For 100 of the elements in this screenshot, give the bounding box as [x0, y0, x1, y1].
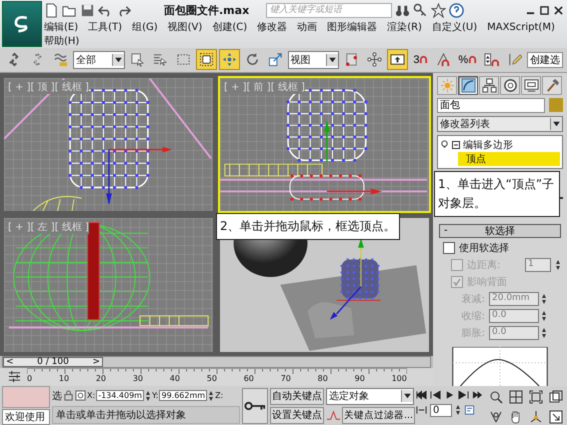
toolbar-button[interactable]: [196, 49, 217, 70]
close-icon[interactable]: [554, 6, 563, 14]
circle-icon: [502, 78, 518, 93]
modifier-list-dropdown[interactable]: 修改器列表: [437, 116, 563, 132]
spinner-arrows-icon[interactable]: [541, 310, 547, 322]
lock-icon[interactable]: [63, 390, 74, 402]
zoom-all-icon[interactable]: [509, 390, 523, 404]
zoom-extents-all-icon[interactable]: [549, 390, 563, 404]
lightbulb-icon[interactable]: [440, 140, 449, 150]
dropdown[interactable]: 视图: [288, 50, 340, 69]
maximize-icon[interactable]: [540, 6, 549, 14]
command-panel-tab[interactable]: [458, 76, 478, 95]
modifier-item[interactable]: 编辑多边形: [463, 138, 513, 152]
save-icon[interactable]: [80, 2, 95, 18]
spinner-arrows-icon[interactable]: [541, 326, 547, 339]
status-message: 单击或单击并拖动以选择对象: [52, 406, 240, 424]
key-mode-icon[interactable]: [416, 405, 427, 416]
manipulate-icon: [367, 52, 382, 68]
prev-frame-button[interactable]: <: [6, 356, 14, 367]
frame-tick-label: 30: [132, 374, 143, 384]
app-logo[interactable]: [2, 1, 42, 47]
menu-item[interactable]: 视图(V): [168, 20, 202, 34]
spinner-arrows-icon[interactable]: [144, 390, 151, 402]
sub-object-item[interactable]: 顶点: [458, 152, 560, 166]
zoom-extents-icon[interactable]: [529, 390, 543, 404]
sun-icon: [440, 78, 454, 93]
frame-tick-label: 80: [318, 374, 328, 384]
menu-item[interactable]: 动画: [297, 20, 318, 34]
y-coordinate-field[interactable]: 99.662mm: [159, 390, 208, 402]
rollout-header[interactable]: - 软选择: [439, 224, 561, 238]
key-filters-button[interactable]: 关键点过滤器...: [342, 406, 416, 424]
maximize-viewport-icon[interactable]: [549, 410, 563, 424]
pivot-icon: [344, 52, 360, 68]
star-icon[interactable]: [431, 2, 446, 18]
command-panel-tab[interactable]: [479, 76, 499, 95]
window-crossing-icon: [198, 52, 214, 68]
up-arrow-key-icon: [390, 52, 406, 68]
frame-tick-label: 60: [244, 374, 254, 384]
search-field[interactable]: 键入关键字或短语: [266, 2, 392, 18]
scale-icon: [268, 52, 283, 68]
next-frame-icon[interactable]: [458, 390, 469, 400]
command-panel-tab[interactable]: [500, 76, 520, 95]
spinner-arrows-icon[interactable]: [208, 390, 214, 402]
spinner-magnet-icon: [484, 52, 499, 68]
dashed-rectangle-icon: [176, 52, 191, 68]
set-key-button[interactable]: 设置关键点: [270, 406, 324, 424]
prompt-field[interactable]: 欢迎使用: [2, 408, 50, 425]
key-icon: [244, 400, 266, 411]
menu-item[interactable]: 创建(C): [212, 20, 248, 34]
previous-frame-icon[interactable]: [430, 390, 441, 400]
command-panel-tab[interactable]: [542, 76, 562, 95]
time-slider-thumb[interactable]: < 0 / 100 >: [3, 356, 103, 367]
field-of-view-icon[interactable]: [489, 410, 503, 424]
coordinate-label: Y:: [152, 391, 158, 400]
menu-item[interactable]: 编辑(E): [44, 20, 78, 34]
filter-icon[interactable]: [8, 370, 21, 384]
checkbox[interactable]: [443, 242, 455, 254]
rotate-icon: [244, 52, 260, 68]
go-to-start-icon[interactable]: [416, 390, 427, 400]
menu-item[interactable]: 修改器: [257, 20, 288, 34]
command-panel-tab[interactable]: [521, 76, 541, 95]
current-frame-field[interactable]: 0: [430, 404, 452, 417]
frame-tick-label: 50: [206, 374, 217, 384]
help-icon[interactable]: [449, 2, 464, 18]
zoom-icon[interactable]: [489, 390, 503, 404]
selection-label: 选: [52, 390, 62, 403]
key-button[interactable]: [242, 388, 268, 424]
play-icon[interactable]: [444, 390, 455, 400]
x-coordinate-field[interactable]: -134.409m: [96, 390, 144, 402]
orbit-icon[interactable]: [529, 410, 543, 424]
expand-toggle[interactable]: [452, 140, 460, 149]
toolbar-button[interactable]: %: [456, 49, 479, 70]
menu-item[interactable]: 渲染(R): [387, 20, 422, 34]
menu-item[interactable]: 工具(T): [88, 20, 122, 34]
go-to-end-icon[interactable]: [472, 390, 483, 400]
curve-icon: [460, 78, 476, 93]
toolbar-button[interactable]: [387, 49, 408, 70]
named-selection-field[interactable]: 创建选: [527, 52, 563, 68]
object-color-swatch[interactable]: [549, 98, 563, 112]
next-frame-button[interactable]: >: [92, 356, 100, 367]
frame-tick-label: 70: [280, 374, 291, 384]
crosshair-icon[interactable]: [75, 390, 86, 402]
spinner-arrows-icon[interactable]: [455, 404, 461, 416]
dropdown[interactable]: 全部: [73, 50, 125, 69]
menu-item[interactable]: 组(G): [132, 20, 158, 34]
key-icon[interactable]: [413, 2, 428, 18]
time-config-icon[interactable]: [464, 405, 475, 416]
menu-item[interactable]: 自定义(U): [432, 20, 478, 34]
instruction-tooltip: 2、单击并拖动鼠标，框选顶点。: [216, 212, 400, 240]
toolbar-button[interactable]: 3: [410, 49, 432, 70]
spinner-arrows-icon[interactable]: [541, 292, 547, 305]
key-mode-dropdown[interactable]: 选定对象: [326, 388, 414, 405]
spinner-arrows-icon[interactable]: [555, 258, 561, 271]
menu-item[interactable]: 图形编辑器: [327, 20, 378, 34]
menu-item[interactable]: MAXScript(M): [487, 22, 555, 32]
new-file-icon[interactable]: [44, 2, 59, 18]
auto-key-button[interactable]: 自动关键点: [270, 388, 324, 405]
frame-tick-label: 40: [170, 374, 180, 384]
object-name-field[interactable]: 面包: [437, 98, 545, 113]
menu-item[interactable]: 帮助(H): [44, 34, 80, 48]
